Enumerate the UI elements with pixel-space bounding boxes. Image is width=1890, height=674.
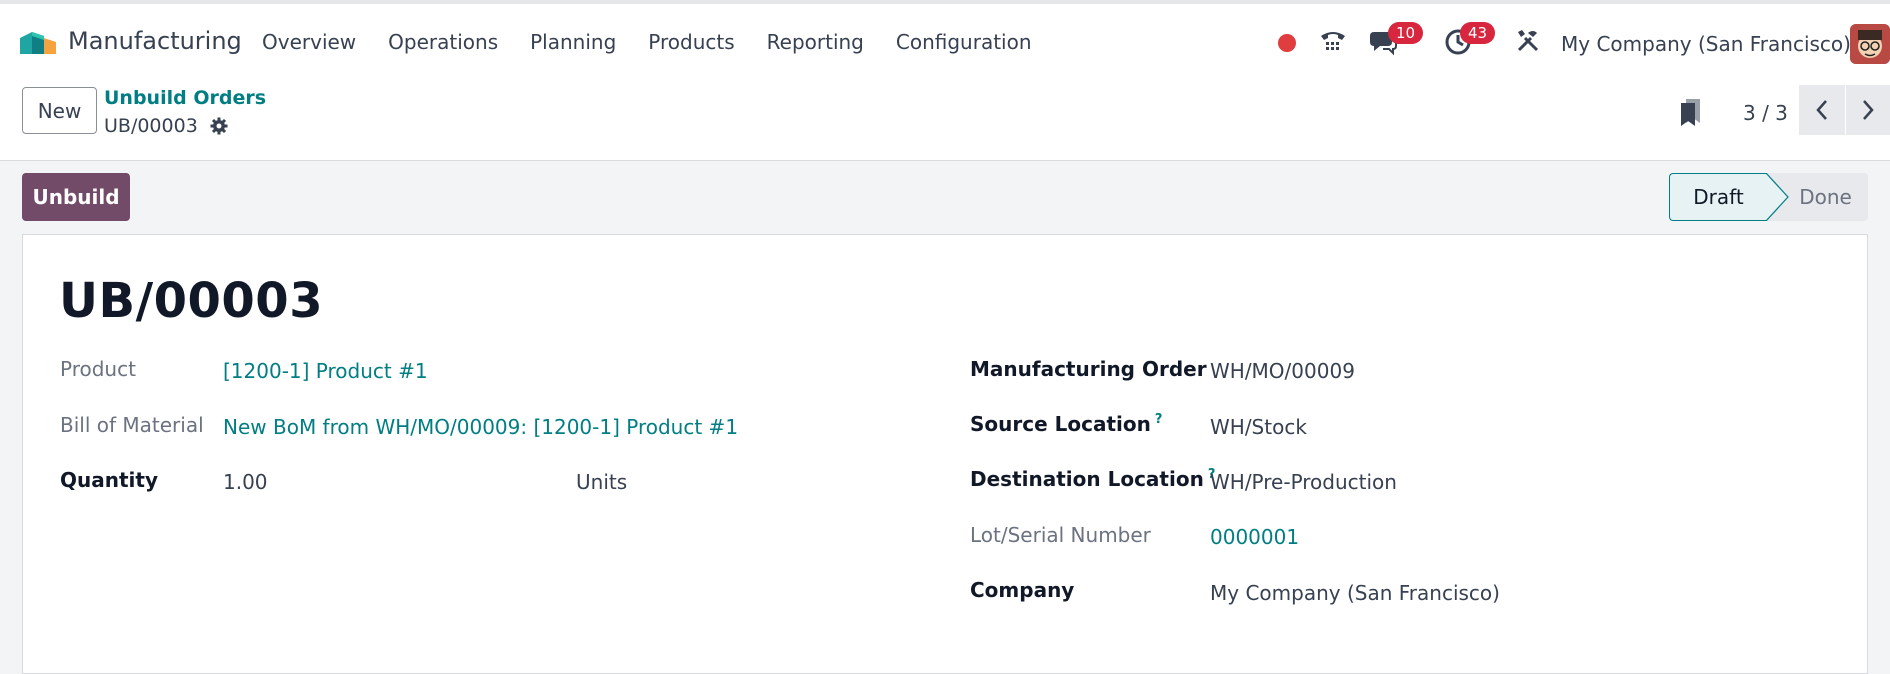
app-brand[interactable]: Manufacturing [18,26,242,56]
chevron-left-icon [1816,100,1827,120]
bookmark-documents-icon[interactable] [1680,97,1702,131]
pager-previous-button[interactable] [1799,85,1845,135]
source-location-field[interactable]: WH/Stock [1210,415,1307,439]
recording-indicator-icon[interactable] [1278,34,1296,52]
company-switcher[interactable]: My Company (San Francisco) [1561,32,1851,56]
menu-item-configuration[interactable]: Configuration [896,30,1032,54]
breadcrumb: Unbuild Orders UB/00003 [104,87,266,137]
menu-item-operations[interactable]: Operations [388,30,498,54]
destination-location-label-text: Destination Location [970,467,1204,491]
chevron-right-icon [1863,100,1874,120]
quantity-field[interactable]: 1.00 [223,470,268,494]
phone-icon[interactable] [1318,27,1348,55]
top-navbar: Manufacturing Overview Operations Planni… [0,0,1890,79]
manufacturing-order-label: Manufacturing Order [970,357,1207,381]
manufacturing-order-field[interactable]: WH/MO/00009 [1210,359,1355,383]
app-title: Manufacturing [68,27,242,55]
menu-item-products[interactable]: Products [648,30,734,54]
uom-field[interactable]: Units [576,470,627,494]
record-title: UB/00003 [59,273,324,329]
product-field[interactable]: [1200-1] Product #1 [223,359,428,383]
bom-label: Bill of Material [60,413,204,437]
form-sheet: UB/00003 Product [1200-1] Product #1 Bil… [22,234,1868,674]
breadcrumb-current-label: UB/00003 [104,115,198,137]
tools-icon[interactable] [1515,28,1541,54]
new-button[interactable]: New [22,87,97,134]
breadcrumb-unbuild-orders[interactable]: Unbuild Orders [104,87,266,109]
menu-item-planning[interactable]: Planning [530,30,616,54]
quantity-label: Quantity [60,468,158,492]
destination-location-field[interactable]: WH/Pre-Production [1210,470,1397,494]
product-label: Product [60,357,136,381]
source-location-label-text: Source Location [970,412,1151,436]
stage-draft[interactable]: Draft [1669,173,1767,221]
main-menu: Overview Operations Planning Products Re… [262,30,1064,54]
menu-item-overview[interactable]: Overview [262,30,356,54]
stage-arrow-icon [1766,173,1789,221]
breadcrumb-current: UB/00003 [104,115,266,137]
pager-next-button[interactable] [1846,85,1890,135]
gear-icon[interactable] [210,117,228,135]
lot-serial-label: Lot/Serial Number [970,523,1151,547]
destination-location-label: Destination Location? [970,467,1215,491]
pager-value[interactable]: 3 / 3 [1743,101,1788,125]
menu-item-reporting[interactable]: Reporting [767,30,864,54]
unbuild-button[interactable]: Unbuild [22,173,130,221]
user-avatar[interactable] [1850,24,1890,64]
manufacturing-app-icon [18,26,58,56]
lot-serial-field[interactable]: 0000001 [1210,525,1299,549]
control-panel: New Unbuild Orders UB/00003 3 / 3 [0,79,1890,161]
bom-field[interactable]: New BoM from WH/MO/00009: [1200-1] Produ… [223,415,738,439]
company-label: Company [970,578,1075,602]
company-field[interactable]: My Company (San Francisco) [1210,581,1500,605]
form-statusbar: Unbuild Done Draft [0,162,1890,234]
activities-badge: 43 [1460,22,1496,44]
source-location-help-icon[interactable]: ? [1155,412,1163,427]
messages-badge: 10 [1388,22,1424,44]
source-location-label: Source Location? [970,412,1162,436]
